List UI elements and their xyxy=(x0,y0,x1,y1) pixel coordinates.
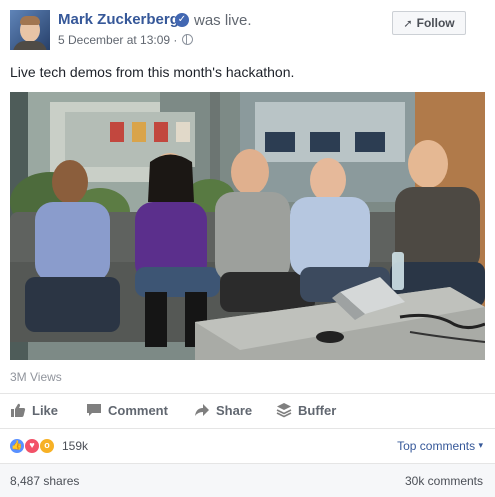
top-comments-dropdown[interactable]: Top comments ▾ xyxy=(397,439,483,453)
verified-badge-icon: ✓ xyxy=(175,13,189,27)
live-status: was live. xyxy=(194,12,252,29)
reactions-bar: 👍 ♥ o 159k Top comments ▾ xyxy=(0,428,495,462)
like-label: Like xyxy=(32,402,59,418)
share-button[interactable]: Share xyxy=(194,402,252,418)
video-thumbnail xyxy=(10,92,485,360)
like-button[interactable]: Like xyxy=(10,402,58,418)
action-bar: Like Comment Share Buffer xyxy=(0,393,495,426)
rss-icon: ➚ xyxy=(403,17,413,30)
share-label: Share xyxy=(216,402,253,418)
wow-reaction-icon[interactable]: o xyxy=(39,438,55,454)
globe-icon xyxy=(182,34,193,45)
buffer-label: Buffer xyxy=(298,402,337,418)
author-name[interactable]: Mark Zuckerberg xyxy=(58,11,179,28)
chevron-down-icon: ▾ xyxy=(478,440,483,450)
thumbs-up-icon xyxy=(11,403,26,417)
comment-label: Comment xyxy=(108,402,168,418)
comment-icon xyxy=(87,404,101,416)
comments-count[interactable]: 30k comments xyxy=(405,474,483,488)
post-footer: 8,487 shares 30k comments xyxy=(0,463,495,497)
buffer-layers-icon xyxy=(276,403,292,418)
view-count: 3M Views xyxy=(10,370,62,384)
comment-button[interactable]: Comment xyxy=(86,402,168,418)
top-comments-label: Top comments xyxy=(397,439,476,453)
follow-button[interactable]: ➚ Follow xyxy=(392,11,466,35)
buffer-button[interactable]: Buffer xyxy=(276,402,336,418)
love-reaction-icon[interactable]: ♥ xyxy=(24,438,40,454)
like-reaction-icon[interactable]: 👍 xyxy=(9,438,25,454)
post-timestamp[interactable]: 5 December at 13:09 · xyxy=(58,33,177,47)
author-avatar[interactable] xyxy=(10,10,50,50)
share-arrow-icon xyxy=(195,404,209,416)
post-text: Live tech demos from this month's hackat… xyxy=(10,64,295,80)
shares-count[interactable]: 8,487 shares xyxy=(10,474,79,488)
post-header: Mark Zuckerberg ✓ was live. 5 December a… xyxy=(0,0,495,60)
video-player[interactable] xyxy=(10,92,485,360)
reaction-count[interactable]: 159k xyxy=(62,439,88,453)
follow-label: Follow xyxy=(416,16,455,30)
